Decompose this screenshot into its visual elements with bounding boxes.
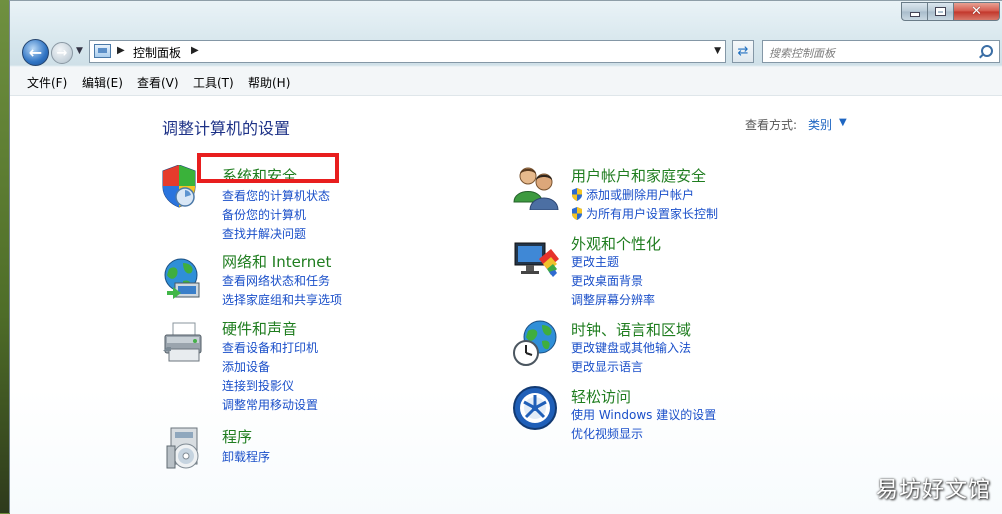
forward-button[interactable]: →: [51, 42, 73, 64]
close-icon: ✕: [971, 4, 982, 19]
link-optimize-video-display[interactable]: 优化视频显示: [571, 425, 643, 442]
control-panel-icon: [94, 44, 111, 58]
desktop-edge: [0, 0, 9, 513]
network-globe-icon: [164, 258, 200, 299]
link-backup-computer[interactable]: 备份您的计算机: [222, 206, 306, 223]
page-title: 调整计算机的设置: [162, 119, 291, 138]
link-add-remove-accounts[interactable]: 添加或删除用户帐户: [571, 186, 694, 203]
close-button[interactable]: ✕: [954, 2, 1000, 21]
maximize-icon: [936, 8, 945, 15]
clock-globe-icon: [513, 320, 557, 366]
menu-tools[interactable]: 工具(T): [193, 74, 234, 91]
shield-icon: [162, 165, 196, 208]
appearance-icon: [514, 242, 559, 277]
minimize-icon: [909, 12, 920, 17]
menu-file[interactable]: 文件(F): [27, 74, 67, 91]
category-clock-language-region[interactable]: 时钟、语言和区域: [571, 319, 691, 340]
breadcrumb-chevron-icon[interactable]: ▶: [191, 45, 199, 56]
view-by-label: 查看方式:: [745, 118, 798, 132]
link-change-keyboard[interactable]: 更改键盘或其他输入法: [571, 339, 691, 356]
ease-of-access-icon: [513, 386, 557, 430]
category-programs[interactable]: 程序: [222, 426, 252, 447]
link-add-device[interactable]: 添加设备: [222, 358, 270, 375]
uac-shield-icon: [572, 188, 582, 201]
link-devices-printers[interactable]: 查看设备和打印机: [222, 339, 318, 356]
caption-buttons: ✕: [901, 2, 1000, 22]
breadcrumb-chevron-icon[interactable]: ▶: [117, 45, 125, 56]
chevron-down-icon[interactable]: ▼: [839, 117, 847, 128]
navigation-bar: ← → ▼ ▶ 控制面板 ▶ ▼ ⇄ 搜索控制面板: [10, 33, 1002, 67]
category-network-internet[interactable]: 网络和 Internet: [222, 251, 331, 272]
uac-shield-icon: [572, 207, 582, 220]
users-icon: [513, 167, 559, 210]
maximize-button[interactable]: [928, 2, 954, 21]
address-dropdown-icon[interactable]: ▼: [714, 46, 721, 56]
forward-arrow-icon: →: [56, 45, 68, 61]
link-homegroup-sharing[interactable]: 选择家庭组和共享选项: [222, 291, 342, 308]
control-panel-window: ✕ ← → ▼ ▶ 控制面板 ▶ ▼ ⇄ 搜索控制面板 文件(F) 编辑(E) …: [9, 0, 1002, 514]
control-panel-content: 调整计算机的设置 查看方式: 类别 ▼ 系统和安全 查看您的计算机状态 备份您的…: [10, 96, 1002, 514]
category-ease-of-access[interactable]: 轻松访问: [571, 386, 631, 407]
link-label[interactable]: 为所有用户设置家长控制: [586, 207, 718, 221]
recent-pages-dropdown[interactable]: ▼: [76, 46, 83, 56]
minimize-button[interactable]: [901, 2, 928, 21]
back-button[interactable]: ←: [22, 39, 49, 66]
link-view-network-status[interactable]: 查看网络状态和任务: [222, 272, 330, 289]
link-change-background[interactable]: 更改桌面背景: [571, 272, 643, 289]
link-parental-controls[interactable]: 为所有用户设置家长控制: [571, 205, 718, 222]
search-input[interactable]: 搜索控制面板: [762, 40, 1000, 63]
link-troubleshoot[interactable]: 查找并解决问题: [222, 225, 306, 242]
refresh-icon: ⇄: [737, 44, 749, 59]
watermark: 易坊好文馆: [875, 478, 991, 503]
link-screen-resolution[interactable]: 调整屏幕分辨率: [571, 291, 655, 308]
back-arrow-icon: ←: [28, 43, 43, 62]
menu-bar: 文件(F) 编辑(E) 查看(V) 工具(T) 帮助(H): [10, 67, 1002, 96]
printer-icon: [163, 322, 202, 362]
link-uninstall-program[interactable]: 卸载程序: [222, 448, 270, 465]
menu-view[interactable]: 查看(V): [137, 74, 179, 91]
link-change-display-language[interactable]: 更改显示语言: [571, 358, 643, 375]
search-placeholder: 搜索控制面板: [769, 47, 835, 60]
address-bar[interactable]: ▶ 控制面板 ▶ ▼: [89, 40, 726, 63]
highlight-annotation: [197, 153, 339, 183]
link-mobility-settings[interactable]: 调整常用移动设置: [222, 396, 318, 413]
menu-edit[interactable]: 编辑(E): [82, 74, 123, 91]
search-icon[interactable]: [981, 45, 993, 57]
link-connect-projector[interactable]: 连接到投影仪: [222, 377, 294, 394]
category-appearance[interactable]: 外观和个性化: [571, 233, 661, 254]
link-view-computer-status[interactable]: 查看您的计算机状态: [222, 187, 330, 204]
link-label[interactable]: 添加或删除用户帐户: [586, 188, 694, 202]
category-user-accounts[interactable]: 用户帐户和家庭安全: [571, 165, 706, 186]
menu-help[interactable]: 帮助(H): [248, 74, 290, 91]
category-hardware-sound[interactable]: 硬件和声音: [222, 318, 297, 339]
link-change-theme[interactable]: 更改主题: [571, 253, 619, 270]
programs-icon: [166, 427, 199, 469]
link-windows-recommended-settings[interactable]: 使用 Windows 建议的设置: [571, 406, 716, 423]
breadcrumb-control-panel[interactable]: 控制面板: [133, 44, 181, 61]
view-by-selector[interactable]: 类别: [808, 116, 832, 133]
refresh-button[interactable]: ⇄: [732, 40, 754, 63]
